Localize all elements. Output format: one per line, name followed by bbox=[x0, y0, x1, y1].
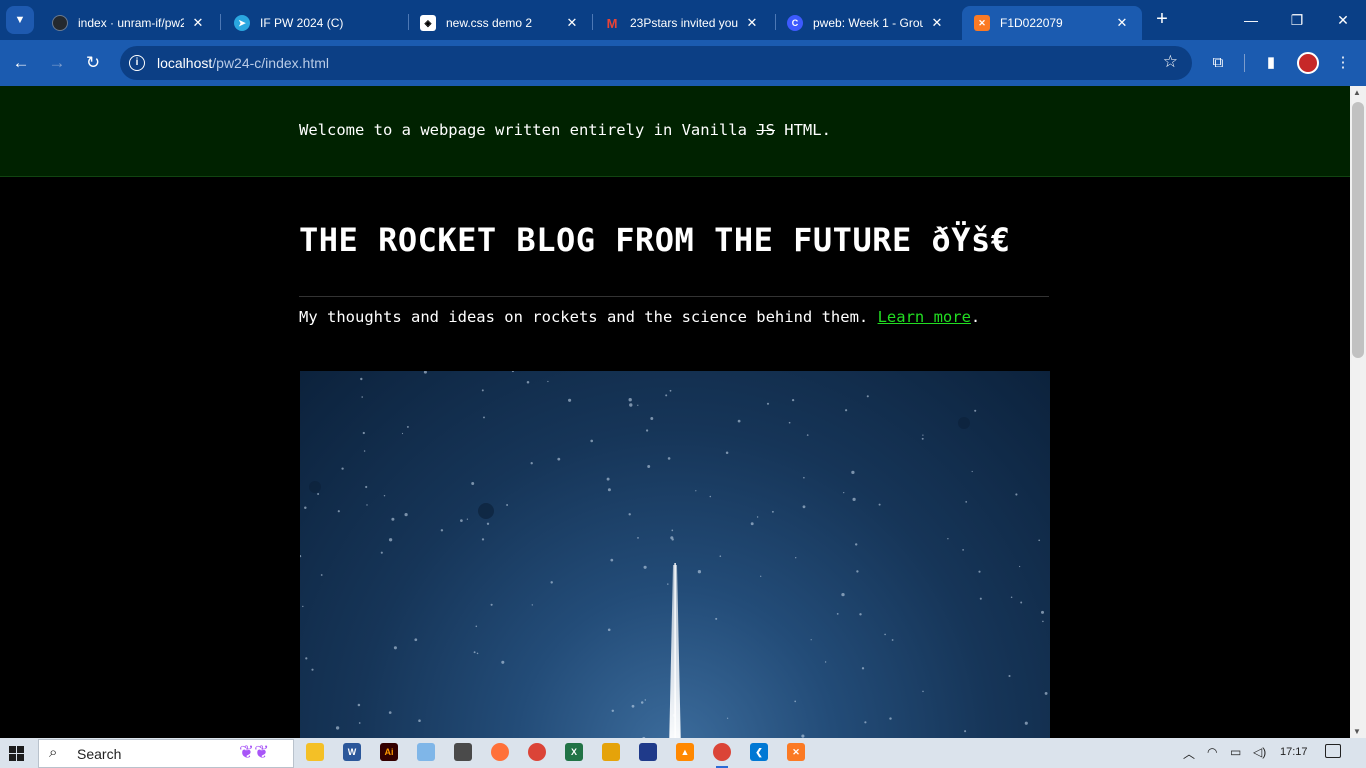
forward-button[interactable]: → bbox=[44, 50, 70, 76]
learn-more-link[interactable]: Learn more bbox=[878, 308, 971, 326]
site-info-icon[interactable]: i bbox=[129, 55, 145, 71]
side-panel-icon[interactable]: ▮ bbox=[1260, 52, 1282, 74]
paint-icon[interactable] bbox=[602, 743, 620, 761]
minimize-button[interactable]: — bbox=[1228, 8, 1274, 32]
tab-pweb[interactable]: C pweb: Week 1 - Grou ✕ bbox=[775, 6, 957, 40]
restore-button[interactable]: ❐ bbox=[1274, 8, 1320, 32]
gmail-icon: M bbox=[606, 15, 618, 31]
top-banner: Welcome to a webpage written entirely in… bbox=[0, 86, 1350, 177]
close-icon[interactable]: ✕ bbox=[744, 15, 760, 31]
windows-start-button[interactable] bbox=[9, 746, 25, 762]
tab-github[interactable]: index · unram-if/pw24 ✕ bbox=[40, 6, 218, 40]
tab-search-button[interactable]: ▼ bbox=[6, 6, 34, 34]
hero-image bbox=[300, 371, 1050, 738]
profile-avatar[interactable] bbox=[1297, 52, 1319, 74]
notepad-icon[interactable] bbox=[417, 743, 435, 761]
tab-separator bbox=[220, 14, 221, 30]
vlc-icon[interactable]: ▲ bbox=[676, 743, 694, 761]
illustrator-icon[interactable]: Ai bbox=[380, 743, 398, 761]
clock[interactable]: 17:17 bbox=[1280, 746, 1308, 758]
close-icon[interactable]: ✕ bbox=[929, 15, 945, 31]
scroll-down-icon[interactable]: ▼ bbox=[1353, 727, 1361, 736]
close-icon[interactable]: ✕ bbox=[564, 15, 580, 31]
bookmark-star-icon[interactable]: ☆ bbox=[1163, 52, 1178, 72]
xampp-icon: ✕ bbox=[974, 15, 990, 31]
close-icon[interactable]: ✕ bbox=[190, 15, 206, 31]
reload-button[interactable]: ↻ bbox=[80, 50, 106, 76]
windows-taskbar: ⌕ Search ❦❦ W Ai X ▲ ❮ ✕ ︿ ◠ ▭ ◁) 17:17 bbox=[0, 738, 1366, 768]
classroom-icon: C bbox=[787, 15, 803, 31]
xampp-icon[interactable]: ✕ bbox=[787, 743, 805, 761]
calculator-icon[interactable] bbox=[454, 743, 472, 761]
telegram-icon: ➤ bbox=[234, 15, 250, 31]
tab-bar: ▼ index · unram-if/pw24 ✕ ➤ IF PW 2024 (… bbox=[0, 0, 1366, 40]
tab-gmail[interactable]: M 23Pstars invited you t ✕ bbox=[592, 6, 772, 40]
banner-text: Welcome to a webpage written entirely in… bbox=[299, 121, 831, 139]
codepen-icon: ◈ bbox=[420, 15, 436, 31]
page-title: THE ROCKET BLOG FROM THE FUTURE ðŸš€ bbox=[299, 221, 1011, 259]
taskbar-search[interactable]: ⌕ Search ❦❦ bbox=[38, 739, 294, 768]
chrome-icon[interactable] bbox=[528, 743, 546, 761]
butterfly-icon: ❦❦ bbox=[239, 742, 270, 762]
menu-icon[interactable]: ⋮ bbox=[1332, 52, 1354, 74]
vscode-icon[interactable]: ❮ bbox=[750, 743, 768, 761]
back-button[interactable]: ← bbox=[8, 50, 34, 76]
excel-icon[interactable]: X bbox=[565, 743, 583, 761]
file-explorer-icon[interactable] bbox=[306, 743, 324, 761]
tab-telegram[interactable]: ➤ IF PW 2024 (C) bbox=[222, 6, 408, 40]
page-viewport: Welcome to a webpage written entirely in… bbox=[0, 86, 1350, 738]
tray-chevron-icon[interactable]: ︿ bbox=[1183, 745, 1195, 762]
toolbar-divider bbox=[1244, 54, 1245, 72]
firefox-icon[interactable] bbox=[491, 743, 509, 761]
extensions-icon[interactable]: ⧉ bbox=[1207, 52, 1229, 74]
tab-active[interactable]: ✕ F1D022079 ✕ bbox=[962, 6, 1142, 40]
wifi-icon[interactable]: ◠ bbox=[1207, 745, 1217, 759]
rocket-launch-illustration bbox=[300, 371, 1048, 738]
address-bar[interactable]: i localhost/pw24-c/index.html ☆ bbox=[120, 46, 1192, 80]
browser-toolbar: ← → ↻ i localhost/pw24-c/index.html ☆ ⧉ … bbox=[0, 40, 1366, 86]
close-icon[interactable]: ✕ bbox=[1114, 15, 1130, 31]
github-icon bbox=[52, 15, 68, 31]
url-text[interactable]: localhost/pw24-c/index.html bbox=[157, 55, 329, 71]
battery-icon[interactable]: ▭ bbox=[1230, 745, 1241, 759]
page-scrollbar[interactable]: ▲ ▼ bbox=[1350, 86, 1366, 738]
word-icon[interactable]: W bbox=[343, 743, 361, 761]
title-divider bbox=[299, 296, 1049, 297]
new-tab-button[interactable]: + bbox=[1150, 8, 1174, 32]
scrollbar-thumb[interactable] bbox=[1352, 102, 1364, 358]
notifications-icon[interactable] bbox=[1325, 744, 1341, 758]
search-icon: ⌕ bbox=[49, 744, 58, 761]
page-subtitle: My thoughts and ideas on rockets and the… bbox=[299, 308, 981, 326]
chrome-active-icon[interactable] bbox=[713, 743, 731, 768]
volume-icon[interactable]: ◁) bbox=[1253, 745, 1266, 759]
snipping-icon[interactable] bbox=[639, 743, 657, 761]
close-window-button[interactable]: ✕ bbox=[1320, 8, 1366, 32]
tab-newcss[interactable]: ◈ new.css demo 2 ✕ bbox=[408, 6, 592, 40]
struck-text: JS bbox=[756, 121, 775, 139]
scroll-up-icon[interactable]: ▲ bbox=[1353, 88, 1361, 97]
